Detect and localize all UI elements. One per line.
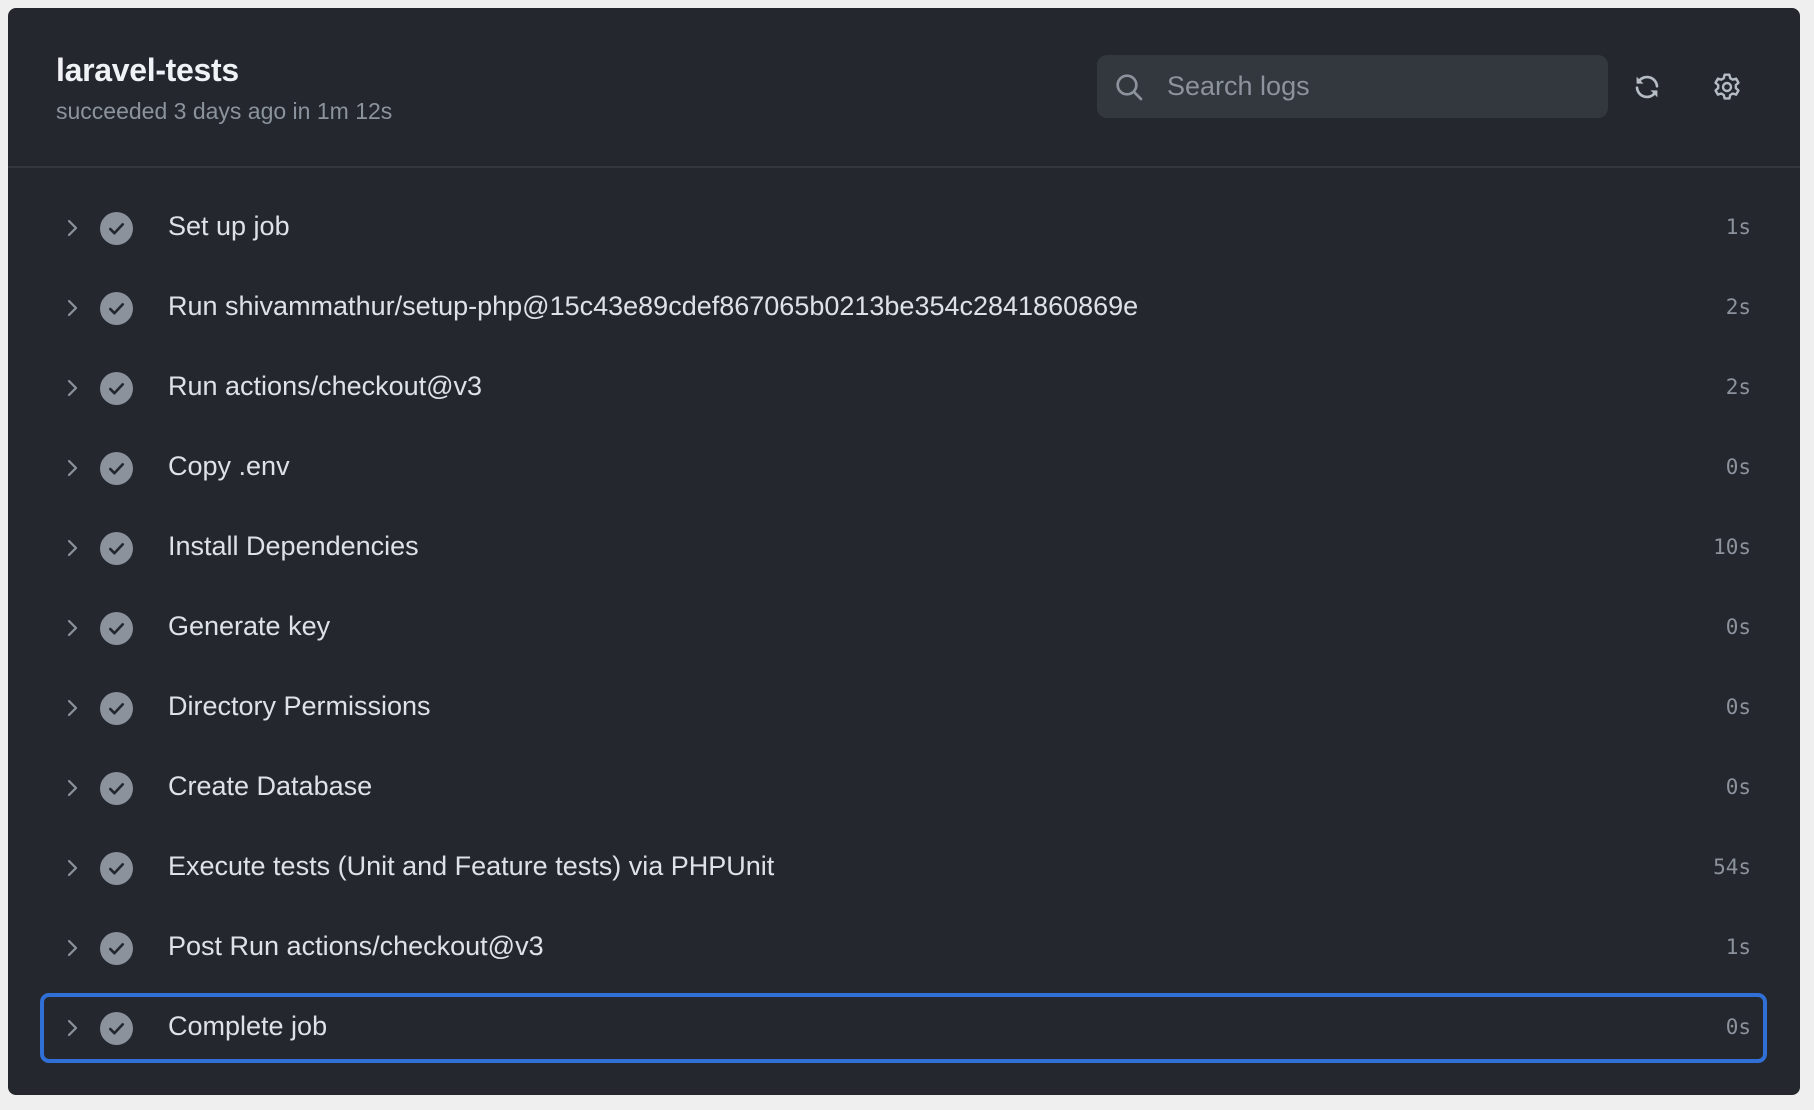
step-label: Execute tests (Unit and Feature tests) v… [168,851,775,881]
step-duration: 1s [1725,935,1751,959]
step-label: Set up job [168,211,290,241]
job-log-panel: laravel-tests succeeded 3 days ago in 1m… [8,8,1800,1095]
job-status-summary: succeeded 3 days ago in 1m 12s [56,98,393,124]
check-circle-icon [100,692,133,725]
step-duration: 0s [1725,615,1751,639]
check-circle-icon [100,932,133,965]
step-row-4[interactable]: Copy .env 0s [40,433,1767,503]
step-label: Copy .env [168,451,290,481]
step-row-8[interactable]: Create Database 0s [40,753,1767,823]
step-label: Generate key [168,611,331,641]
check-circle-icon [100,852,133,885]
step-row-9[interactable]: Execute tests (Unit and Feature tests) v… [40,833,1767,903]
search-logs-field[interactable] [1097,55,1608,118]
settings-button[interactable] [1705,65,1749,109]
step-label: Create Database [168,771,373,801]
step-label: Install Dependencies [168,531,419,561]
chevron-right-icon[interactable] [60,856,84,880]
search-icon [1116,74,1143,101]
chevron-right-icon[interactable] [60,296,84,320]
step-row-7[interactable]: Directory Permissions 0s [40,673,1767,743]
sync-icon [1635,75,1659,99]
step-duration: 2s [1725,295,1751,319]
step-row-6[interactable]: Generate key 0s [40,593,1767,663]
chevron-right-icon[interactable] [60,696,84,720]
step-label: Run shivammathur/setup-php@15c43e89cdef8… [168,291,1139,321]
step-duration: 54s [1713,855,1751,879]
chevron-right-icon[interactable] [60,1016,84,1040]
step-row-10[interactable]: Post Run actions/checkout@v3 1s [40,913,1767,983]
chevron-right-icon[interactable] [60,216,84,240]
chevron-right-icon[interactable] [60,536,84,560]
step-duration: 1s [1725,215,1751,239]
chevron-right-icon[interactable] [60,376,84,400]
step-label: Directory Permissions [168,691,431,721]
step-label: Post Run actions/checkout@v3 [168,931,544,961]
chevron-right-icon[interactable] [60,616,84,640]
chevron-right-icon[interactable] [60,936,84,960]
chevron-right-icon[interactable] [60,776,84,800]
check-circle-icon [100,772,133,805]
step-row-5[interactable]: Install Dependencies 10s [40,513,1767,583]
step-row-3[interactable]: Run actions/checkout@v3 2s [40,353,1767,423]
check-circle-icon [100,612,133,645]
check-circle-icon [100,532,133,565]
search-logs-input[interactable] [1167,55,1587,118]
check-circle-icon [100,212,133,245]
step-duration: 0s [1725,455,1751,479]
step-duration: 10s [1713,535,1751,559]
chevron-right-icon[interactable] [60,456,84,480]
check-circle-icon [100,1012,133,1045]
step-duration: 0s [1725,775,1751,799]
job-header: laravel-tests succeeded 3 days ago in 1m… [8,8,1800,168]
step-duration: 0s [1725,695,1751,719]
step-row-11[interactable]: Complete job 0s [40,993,1767,1063]
check-circle-icon [100,292,133,325]
job-title: laravel-tests [56,52,239,88]
check-circle-icon [100,372,133,405]
step-row-1[interactable]: Set up job 1s [40,193,1767,263]
step-duration: 0s [1725,1015,1751,1039]
check-circle-icon [100,452,133,485]
refresh-button[interactable] [1625,65,1669,109]
step-label: Complete job [168,1011,328,1041]
step-row-2[interactable]: Run shivammathur/setup-php@15c43e89cdef8… [40,273,1767,343]
gear-icon [1714,73,1740,100]
step-label: Run actions/checkout@v3 [168,371,483,401]
step-duration: 2s [1725,375,1751,399]
